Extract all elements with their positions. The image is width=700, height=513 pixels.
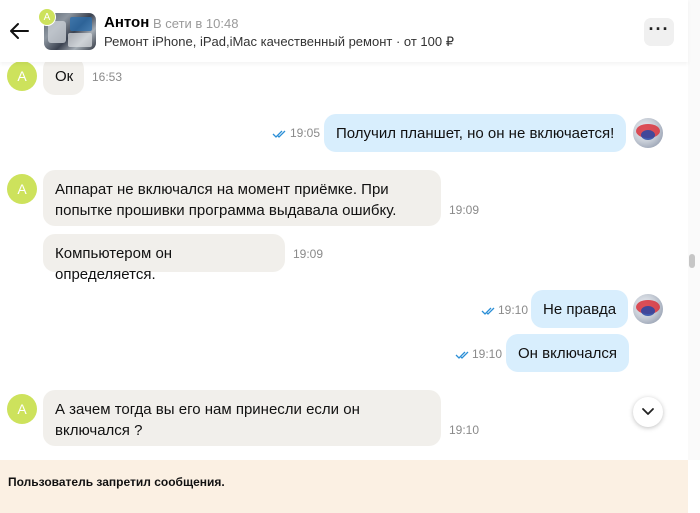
contact-name[interactable]: Антон (104, 14, 149, 31)
chevron-down-icon (642, 408, 654, 415)
my-avatar (633, 118, 663, 148)
arrow-left-icon[interactable] (8, 20, 30, 42)
sender-avatar: A (7, 61, 37, 91)
message-time: 19:10 (498, 303, 529, 317)
scroll-to-bottom-button[interactable] (633, 397, 663, 427)
more-options-button[interactable]: ··· (644, 18, 674, 46)
read-check-icon (272, 130, 286, 138)
scrollbar-thumb[interactable] (689, 254, 695, 268)
listing-title[interactable]: Ремонт iPhone, iPad,iMac качественный ре… (104, 34, 454, 50)
message-bubble-incoming: Компьютером он определяется. (43, 234, 285, 283)
message-time: 19:10 (472, 347, 503, 361)
sender-avatar: A (7, 174, 37, 204)
contact-avatar: A (38, 8, 56, 26)
messaging-blocked-banner: Пользователь запретил сообщения. (0, 460, 688, 513)
message-bubble-outgoing: Получил планшет, но он не включается! (324, 114, 627, 152)
message-time: 19:05 (290, 126, 321, 140)
message-bubble-incoming: А зачем тогда вы его нам принесли если о… (43, 390, 441, 446)
scrollbar-track[interactable] (688, 0, 700, 460)
my-avatar (633, 294, 663, 324)
message-time: 16:53 (92, 70, 123, 84)
message-bubble-outgoing: Не правда (531, 290, 629, 328)
more-dots-icon: ··· (648, 19, 670, 39)
message-bubble-outgoing: Он включался (506, 334, 630, 372)
read-check-icon (455, 351, 469, 359)
message-time: 19:09 (449, 203, 480, 217)
banner-text: Пользователь запретил сообщения. (8, 475, 225, 489)
message-time: 19:10 (449, 423, 480, 437)
online-status: В сети в 10:48 (153, 16, 239, 31)
message-bubble-incoming: Ок (43, 57, 84, 95)
message-bubble-incoming: Аппарат не включался на момент приёмке. … (43, 170, 441, 226)
sender-avatar: A (7, 394, 37, 424)
message-time: 19:09 (293, 247, 324, 261)
read-check-icon (481, 307, 495, 315)
chat-header: A Антон В сети в 10:48 Ремонт iPhone, iP… (0, 0, 688, 62)
